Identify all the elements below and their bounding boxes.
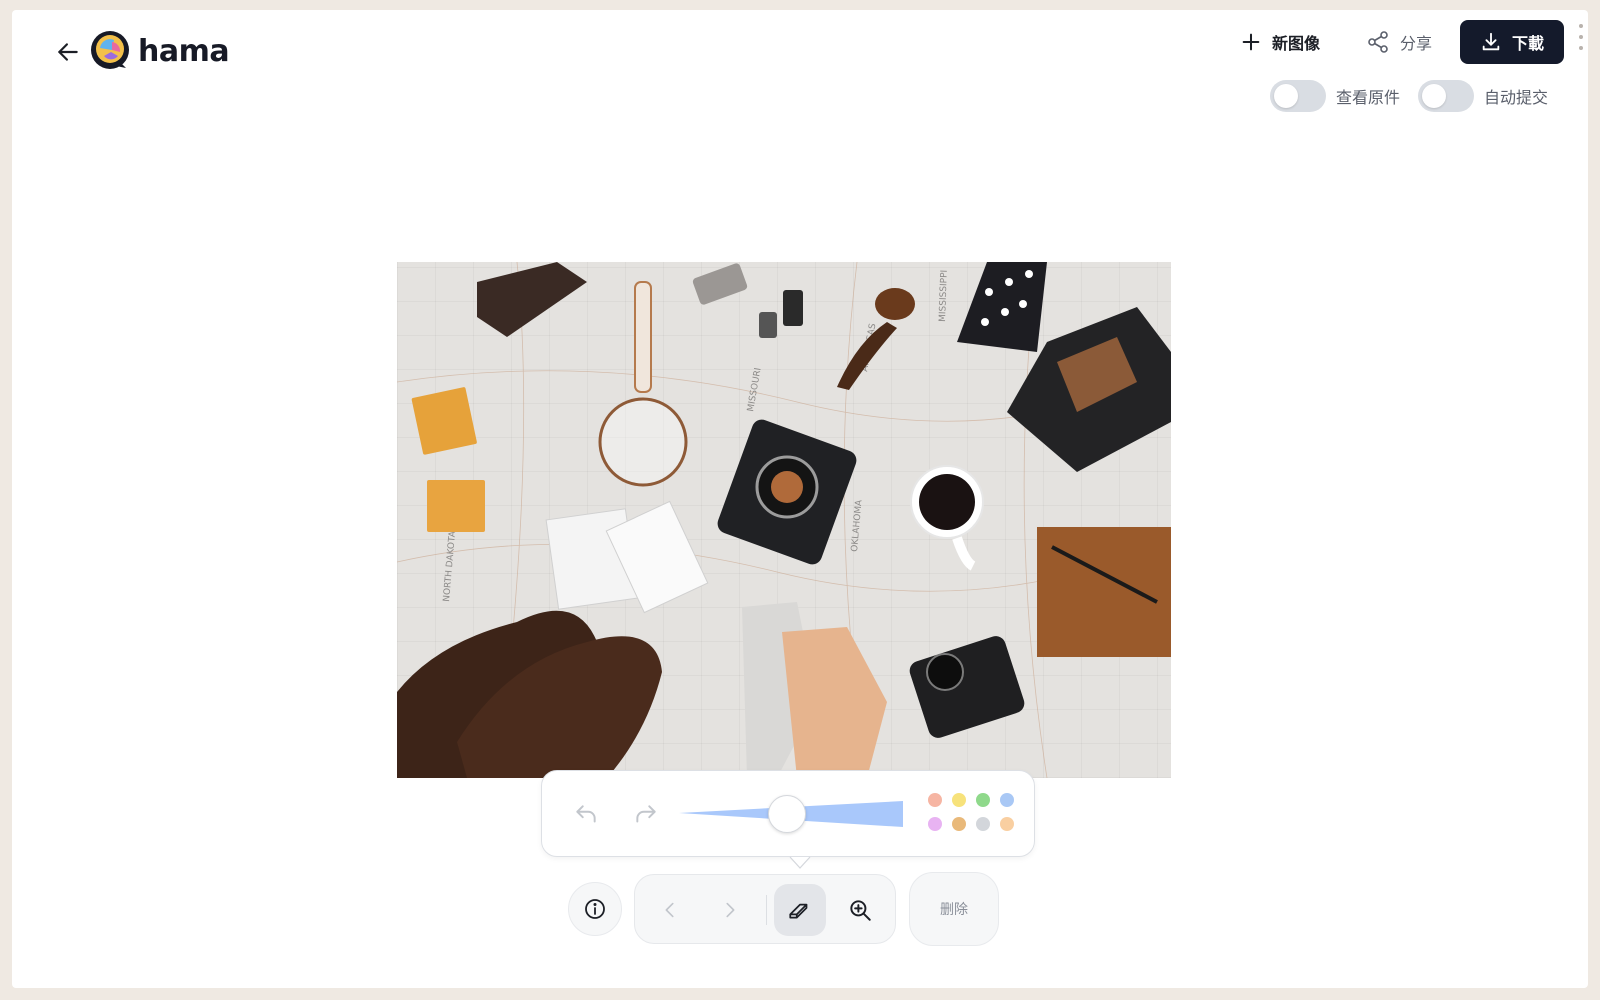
download-label: 下載 [1511, 36, 1544, 53]
new-image-label: 新图像 [1271, 36, 1320, 53]
brush-panel [541, 770, 1035, 857]
color-swatches [928, 793, 1014, 831]
toolbar-divider [766, 895, 767, 925]
brand-logo[interactable]: hama [90, 30, 230, 72]
chevron-right-icon [726, 902, 735, 918]
zoom-button[interactable] [834, 884, 886, 936]
undo-icon [576, 805, 596, 823]
photo-illustration: MISSOURI MISSISSIPPI ARKANSAS NORTH DAKO… [397, 262, 1171, 778]
auto-submit-toggle[interactable]: 自动提交 [1417, 80, 1548, 112]
swatch-peach[interactable] [1000, 817, 1014, 831]
app-window: hama 新图像 分享 下載 查看原件 自动提交 MISSOURI MISSIS… [12, 10, 1588, 988]
brush-size-slider[interactable] [679, 795, 903, 833]
share-icon [1368, 31, 1388, 53]
header-actions: 新图像 分享 下載 [1222, 20, 1564, 64]
share-button[interactable]: 分享 [1348, 20, 1450, 64]
swatch-amber[interactable] [952, 817, 966, 831]
brush-size-thumb[interactable] [768, 795, 806, 833]
auto-submit-label: 自动提交 [1483, 90, 1548, 107]
info-button[interactable] [568, 882, 622, 936]
eraser-tool-button[interactable] [774, 884, 826, 936]
auto-submit-switch[interactable] [1417, 80, 1474, 112]
arrow-left-icon [58, 43, 78, 61]
view-original-label: 查看原件 [1335, 90, 1400, 107]
image-canvas[interactable]: MISSOURI MISSISSIPPI ARKANSAS NORTH DAKO… [397, 262, 1171, 778]
chevron-left-icon [665, 902, 674, 918]
back-button[interactable] [48, 32, 88, 72]
tool-group [634, 874, 896, 944]
window-grip[interactable] [1578, 24, 1584, 50]
swatch-green[interactable] [976, 793, 990, 807]
map-label-mississippi: MISSISSIPPI [938, 270, 950, 322]
swatch-yellow[interactable] [952, 793, 966, 807]
undo-button[interactable] [566, 795, 606, 835]
brand-name: hama [138, 33, 230, 69]
view-original-toggle[interactable]: 查看原件 [1269, 80, 1400, 112]
download-button[interactable]: 下載 [1459, 20, 1564, 64]
hama-logo-icon [91, 31, 129, 69]
toggle-row: 查看原件 自动提交 [1269, 80, 1548, 112]
share-label: 分享 [1399, 36, 1432, 53]
swatch-salmon[interactable] [928, 793, 942, 807]
info-icon [585, 899, 605, 919]
swatch-gray[interactable] [976, 817, 990, 831]
map-label-north-dakota: NORTH DAKOTA [442, 530, 458, 602]
delete-label: 删除 [940, 901, 968, 917]
new-image-button[interactable]: 新图像 [1222, 20, 1338, 64]
next-button[interactable] [704, 884, 756, 936]
plus-icon [1242, 33, 1260, 51]
eraser-icon [789, 903, 808, 919]
zoom-in-icon [850, 900, 871, 921]
redo-button[interactable] [626, 795, 666, 835]
swatch-blue[interactable] [1000, 793, 1014, 807]
download-icon [1482, 32, 1500, 51]
delete-button[interactable]: 删除 [909, 872, 999, 946]
map-label-missouri: MISSOURI [746, 367, 764, 412]
swatch-lilac[interactable] [928, 817, 942, 831]
view-original-switch[interactable] [1269, 80, 1326, 112]
redo-icon [636, 805, 656, 823]
panel-caret-icon [789, 856, 811, 869]
map-label-oklahoma: OKLAHOMA [850, 499, 865, 553]
previous-button[interactable] [644, 884, 696, 936]
